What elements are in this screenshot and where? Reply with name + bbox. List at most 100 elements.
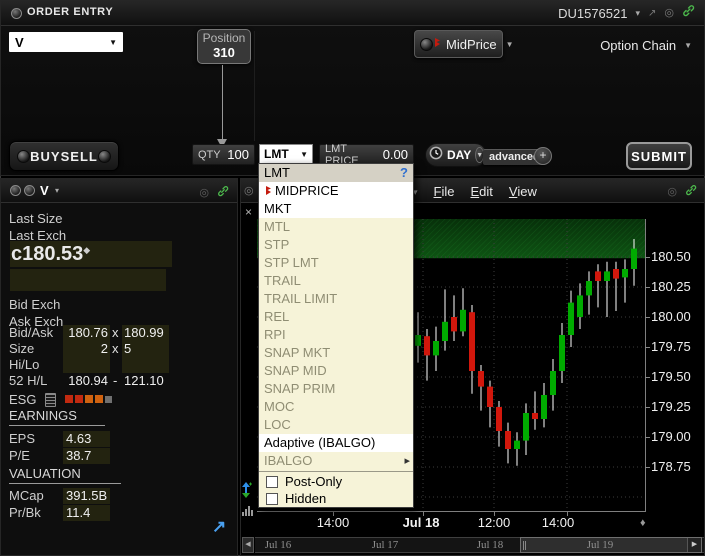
esg-report-icon[interactable]: [45, 393, 56, 407]
chart-scrollbar: ◀ ▶ Jul 16Jul 17Jul 18Jul 19: [241, 537, 704, 554]
order-type-option-rel[interactable]: REL: [259, 308, 413, 326]
ask-value: 180.99: [122, 325, 169, 341]
option-chain-caret-icon: ▼: [684, 41, 692, 50]
midprice-button[interactable]: MidPrice ▼: [414, 30, 503, 58]
submit-button[interactable]: SUBMIT: [626, 142, 692, 170]
symbol-value: V: [15, 35, 24, 50]
candle: [469, 312, 475, 371]
order-type-option-trail[interactable]: TRAIL: [259, 272, 413, 290]
bid-exch-label: Bid Exch: [9, 297, 60, 312]
scroll-right-button[interactable]: ▶: [687, 538, 701, 552]
time-tick: [494, 512, 495, 516]
menu-view[interactable]: View: [509, 184, 537, 199]
panel-bullet-icon[interactable]: [11, 8, 22, 19]
order-type-option-mkt[interactable]: MKT: [259, 200, 413, 218]
order-type-option-snap-prim[interactable]: SNAP PRIM: [259, 380, 413, 398]
quote-symbol-caret-icon[interactable]: ▾: [55, 186, 59, 195]
order-type-option-loc[interactable]: LOC: [259, 416, 413, 434]
symbol-input[interactable]: V ▼: [9, 32, 123, 52]
price-tick-label: 180.25: [651, 279, 703, 295]
menu-file[interactable]: File: [434, 184, 455, 199]
gear-icon[interactable]: ◎: [664, 8, 674, 19]
quantity-field[interactable]: QTY 100: [192, 144, 255, 165]
hi-cell: [63, 357, 110, 373]
option-chain-button[interactable]: Option Chain ▼: [600, 38, 692, 53]
scrollbar-handle[interactable]: ▶: [520, 537, 702, 553]
help-icon[interactable]: ?: [400, 164, 408, 182]
esg-bar: [85, 395, 93, 403]
price-tick-label: 180.00: [651, 309, 703, 325]
order-type-option-moc[interactable]: MOC: [259, 398, 413, 416]
order-option-hidden[interactable]: Hidden: [259, 490, 413, 507]
last-price-cell: c180.53◆: [10, 241, 172, 267]
buy-button[interactable]: BUY: [30, 149, 60, 164]
order-type-option-adaptive-ibalgo-[interactable]: Adaptive (IBALGO): [259, 434, 413, 452]
candle: [523, 413, 529, 441]
volume-histogram-icon[interactable]: [242, 503, 255, 521]
gear-icon[interactable]: ◎: [667, 187, 677, 198]
hl52-row: 52 H/L 180.94 - 121.10: [1, 373, 237, 389]
esg-bar: [75, 395, 83, 403]
account-selector[interactable]: DU1576521: [558, 6, 627, 21]
order-type-caret-icon: ▼: [300, 150, 308, 159]
option-label: MKT: [264, 201, 291, 216]
link-icon[interactable]: [217, 184, 229, 202]
option-label: MOC: [264, 399, 294, 414]
candle: [604, 271, 610, 281]
order-type-option-mtl[interactable]: MTL: [259, 218, 413, 236]
order-type-option-trail-limit[interactable]: TRAIL LIMIT: [259, 290, 413, 308]
link-icon[interactable]: [685, 183, 697, 201]
option-label: SNAP MKT: [264, 345, 330, 360]
ib-algo-icon: [264, 184, 272, 199]
last-size-label: Last Size: [9, 211, 62, 226]
account-caret-icon[interactable]: ▾: [635, 8, 640, 19]
scale-tool-icon[interactable]: [242, 482, 252, 503]
close-icon[interactable]: ×: [245, 205, 252, 219]
gear-icon[interactable]: ◎: [199, 188, 209, 199]
midprice-caret-icon: ▼: [506, 40, 514, 49]
order-type-option-stp-lmt[interactable]: STP LMT: [259, 254, 413, 272]
hilo-label: Hi/Lo: [9, 357, 39, 372]
time-tick: [567, 512, 568, 516]
candle: [586, 281, 592, 295]
hilo-row: Hi/Lo: [1, 357, 237, 373]
advanced-expand-button[interactable]: +: [534, 147, 552, 165]
chart-settings-icon[interactable]: ◎: [244, 186, 254, 197]
order-type-option-snap-mid[interactable]: SNAP MID: [259, 362, 413, 380]
menu-edit[interactable]: Edit: [471, 184, 493, 199]
checkbox-icon[interactable]: [266, 493, 278, 505]
order-type-option-stp[interactable]: STP: [259, 236, 413, 254]
panel-title: ORDER ENTRY: [27, 6, 113, 18]
popout-icon[interactable]: ↗: [648, 8, 656, 19]
order-option-post-only[interactable]: Post-Only: [259, 473, 413, 490]
option-label: RPI: [264, 327, 286, 342]
link-icon[interactable]: [682, 4, 695, 22]
buy-radio-icon[interactable]: [17, 150, 30, 163]
price-diamond-icon: ◆: [83, 245, 90, 255]
hl52-low: 121.10: [122, 373, 169, 389]
scroll-left-button[interactable]: ◀: [242, 537, 254, 553]
midprice-label: MidPrice: [446, 37, 497, 52]
sell-radio-icon[interactable]: [98, 150, 111, 163]
order-type-option-lmt[interactable]: LMT?: [259, 164, 413, 182]
sell-button[interactable]: SELL: [61, 149, 98, 164]
order-type-combo[interactable]: LMT ▼: [259, 144, 313, 164]
expand-window-icon[interactable]: ↗: [212, 517, 226, 537]
candle: [442, 322, 448, 341]
order-type-option-rpi[interactable]: RPI: [259, 326, 413, 344]
limit-price-field[interactable]: LMT PRICE 0.00: [319, 144, 414, 165]
price-tick-label: 179.00: [651, 429, 703, 445]
status-dot-icon[interactable]: [10, 185, 21, 196]
time-tick-label: Jul 18: [403, 515, 440, 530]
checkbox-icon[interactable]: [266, 476, 278, 488]
time-tick-label: 14:00: [317, 515, 350, 530]
pe-row: P/E 38.7: [1, 448, 237, 464]
order-type-option-snap-mkt[interactable]: SNAP MKT: [259, 344, 413, 362]
time-in-force-selector[interactable]: DAY ▼: [425, 143, 487, 167]
order-type-option-midprice[interactable]: MIDPRICE: [259, 182, 413, 200]
handle-grip-icon: [523, 541, 524, 550]
column-divider: [254, 31, 255, 141]
status-dot-icon[interactable]: [24, 185, 35, 196]
candle: [514, 441, 520, 449]
order-type-option-ibalgo[interactable]: IBALGO▸: [259, 452, 413, 470]
